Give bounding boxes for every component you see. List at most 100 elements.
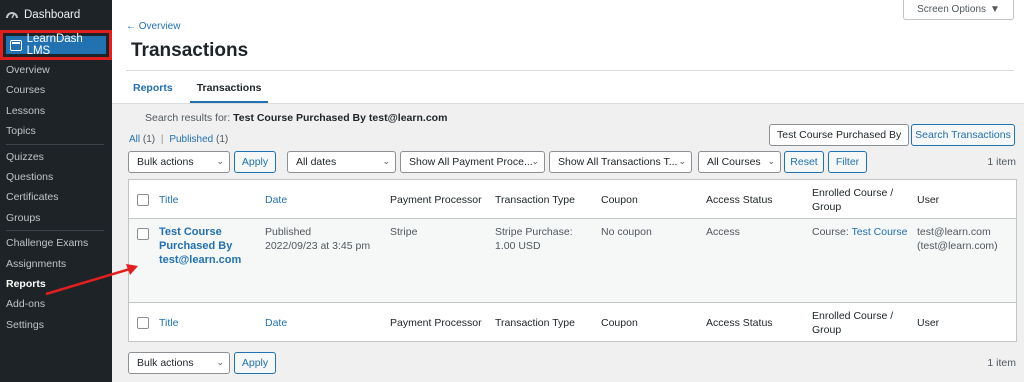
row-date: 2022/09/23 at 3:45 pm <box>265 240 371 252</box>
sidebar-item-dashboard[interactable]: Dashboard <box>0 0 112 30</box>
view-published-link[interactable]: Published <box>169 134 213 145</box>
select-all-checkbox[interactable] <box>137 317 149 329</box>
tab-transactions[interactable]: Transactions <box>189 80 269 104</box>
column-coupon: Coupon <box>601 317 638 329</box>
column-payment-processor: Payment Processor <box>390 317 482 329</box>
row-transaction-amount: 1.00 USD <box>495 240 541 252</box>
tabs-divider <box>112 103 1024 104</box>
table-header: Title Date Payment Processor Transaction… <box>129 180 1016 219</box>
apply-button-bottom[interactable]: Apply <box>234 352 276 374</box>
chevron-down-icon: ⌄ <box>382 156 390 166</box>
view-separator: | <box>160 134 164 145</box>
sidebar-item-label: LearnDash LMS <box>26 33 83 57</box>
chevron-down-icon: ⌄ <box>678 156 686 166</box>
row-access-status: Access <box>706 226 740 238</box>
screen-options-button[interactable]: Screen Options ▼ <box>903 0 1014 20</box>
sidebar-item-learndash[interactable]: LearnDash LMS <box>0 30 112 60</box>
annotation-arrow-icon <box>45 264 138 296</box>
dates-select[interactable]: All dates ⌄ <box>287 151 396 173</box>
submenu-item-groups[interactable]: Groups <box>0 208 112 228</box>
submenu-item-overview[interactable]: Overview <box>0 60 112 80</box>
submenu-item-quizzes[interactable]: Quizzes <box>0 147 112 167</box>
column-access-status: Access Status <box>706 317 773 329</box>
column-enrolled-course: Enrolled Course / Group <box>812 187 894 213</box>
submenu-item-lessons[interactable]: Lessons <box>0 101 112 121</box>
items-count: 1 item <box>987 156 1016 168</box>
reset-button[interactable]: Reset <box>784 151 824 173</box>
bulk-actions-select[interactable]: Bulk actions ⌄ <box>128 151 230 173</box>
submenu-item-certificates[interactable]: Certificates <box>0 187 112 207</box>
screen-options-label: Screen Options <box>917 4 987 15</box>
admin-sidebar: Dashboard LearnDash LMS Overview Courses… <box>0 0 112 382</box>
search-transactions-button[interactable]: Search Transactions <box>911 124 1015 146</box>
column-payment-processor: Payment Processor <box>390 194 482 206</box>
status-views: All (1) | Published (1) <box>129 134 228 145</box>
caret-down-icon: ▼ <box>990 4 1000 15</box>
column-user: User <box>917 194 940 206</box>
chevron-down-icon: ⌄ <box>531 156 539 166</box>
table-row: Test Course Purchased By test@learn.com … <box>129 219 1016 303</box>
course-link[interactable]: Test Course <box>852 226 908 238</box>
dashboard-icon <box>6 12 18 19</box>
bulk-actions-select-bottom[interactable]: Bulk actions ⌄ <box>128 352 230 374</box>
chevron-down-icon: ⌄ <box>767 156 775 166</box>
course-prefix: Course: <box>812 226 849 238</box>
bulk-actions-value: Bulk actions <box>137 357 194 369</box>
payment-processor-select[interactable]: Show All Payment Proce... ⌄ <box>400 151 545 173</box>
submenu-item-questions[interactable]: Questions <box>0 167 112 187</box>
report-tabs: Reports Transactions <box>126 80 278 104</box>
column-date[interactable]: Date <box>265 193 287 207</box>
column-transaction-type: Transaction Type <box>495 317 575 329</box>
view-published-count: (1) <box>216 134 229 145</box>
transaction-title-link[interactable]: Test Course Purchased By test@learn.com <box>159 225 254 267</box>
chevron-down-icon: ⌄ <box>216 156 224 166</box>
search-results-text: Search results for: Test Course Purchase… <box>145 112 447 124</box>
column-access-status: Access Status <box>706 194 773 206</box>
select-all-checkbox[interactable] <box>137 194 149 206</box>
table-footer: Title Date Payment Processor Transaction… <box>129 302 1016 341</box>
search-results-query: Test Course Purchased By test@learn.com <box>233 112 448 124</box>
row-enrolled-course: Course: Test Course <box>812 225 908 239</box>
submenu-divider <box>6 230 104 232</box>
column-date[interactable]: Date <box>265 316 287 330</box>
courses-value: All Courses <box>707 156 761 168</box>
row-checkbox[interactable] <box>137 228 149 240</box>
overview-link[interactable]: ← Overview <box>126 21 180 32</box>
sidebar-item-label: Dashboard <box>24 9 81 21</box>
chevron-down-icon: ⌄ <box>216 357 224 367</box>
submenu-item-challenge-exams[interactable]: Challenge Exams <box>0 233 112 253</box>
user-email-paren[interactable]: (test@learn.com) <box>917 239 998 253</box>
learndash-icon <box>10 39 22 51</box>
title-divider <box>126 70 1014 71</box>
row-coupon: No coupon <box>601 226 652 238</box>
tab-reports[interactable]: Reports <box>126 80 180 104</box>
main-content: Screen Options ▼ ← Overview Transactions… <box>112 0 1024 382</box>
view-all-link[interactable]: All <box>129 134 140 145</box>
page-title: Transactions <box>131 40 249 61</box>
column-user: User <box>917 317 940 329</box>
filter-button[interactable]: Filter <box>828 151 867 173</box>
transaction-type-value: Show All Transactions T... <box>558 156 678 168</box>
row-transaction-type: Stripe Purchase: <box>495 226 573 238</box>
dates-value: All dates <box>296 156 337 168</box>
column-coupon: Coupon <box>601 194 638 206</box>
column-title[interactable]: Title <box>159 193 178 207</box>
search-input[interactable] <box>769 124 909 146</box>
apply-button[interactable]: Apply <box>234 151 276 173</box>
submenu-divider <box>6 143 104 145</box>
transactions-table: Title Date Payment Processor Transaction… <box>128 179 1017 342</box>
column-transaction-type: Transaction Type <box>495 194 575 206</box>
payment-processor-value: Show All Payment Proce... <box>409 156 533 168</box>
submenu-item-courses[interactable]: Courses <box>0 80 112 100</box>
courses-select[interactable]: All Courses ⌄ <box>698 151 781 173</box>
transaction-type-select[interactable]: Show All Transactions T... ⌄ <box>549 151 692 173</box>
submenu-item-settings[interactable]: Settings <box>0 315 112 335</box>
bulk-actions-value: Bulk actions <box>137 156 194 168</box>
page-header: Screen Options ▼ ← Overview Transactions… <box>112 0 1024 104</box>
row-payment-processor: Stripe <box>390 226 418 238</box>
column-enrolled-course: Enrolled Course / Group <box>812 310 894 336</box>
column-title[interactable]: Title <box>159 316 178 330</box>
user-email-link[interactable]: test@learn.com <box>917 225 991 239</box>
row-status: Published <box>265 226 312 238</box>
submenu-item-topics[interactable]: Topics <box>0 121 112 141</box>
